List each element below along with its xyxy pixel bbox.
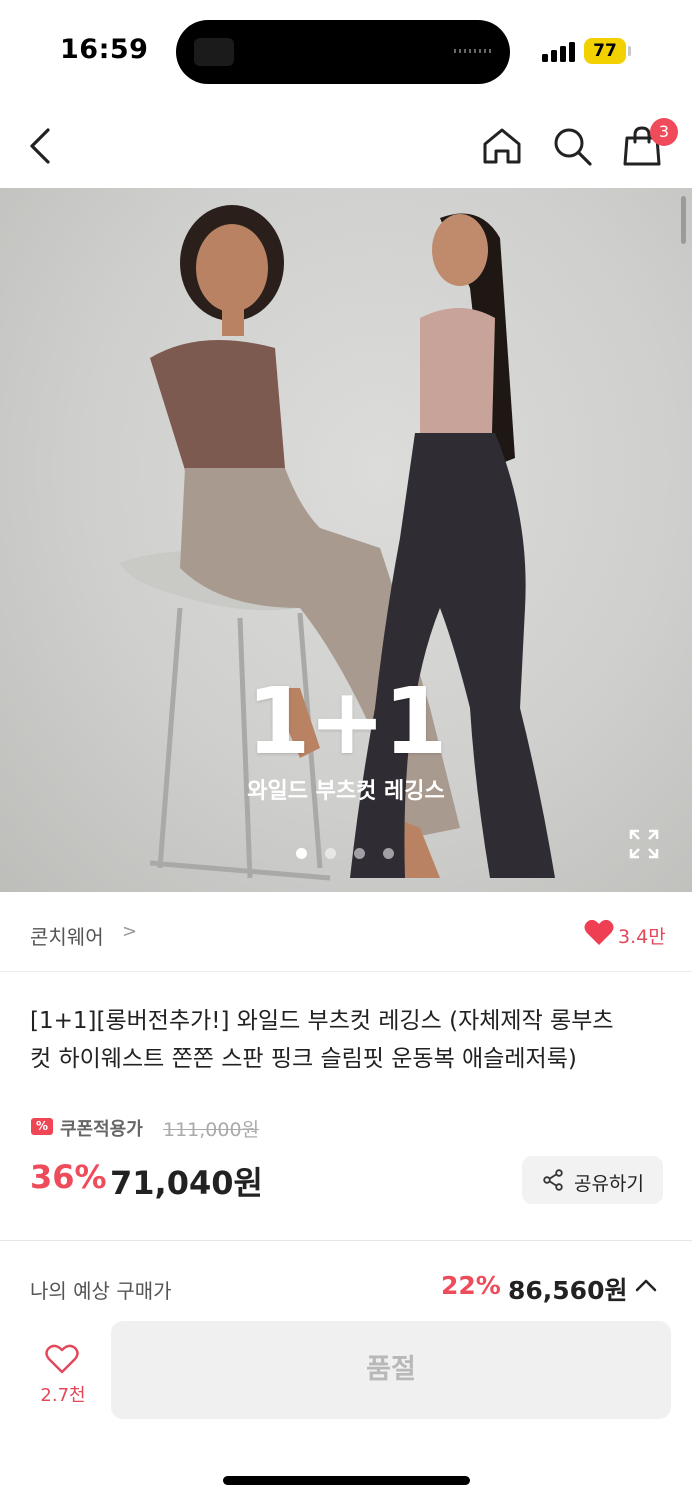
battery-tip [628,46,631,56]
estimated-discount: 22% [441,1271,501,1300]
fullscreen-expand-icon[interactable] [628,828,660,860]
brand-like-count: 3.4만 [618,926,666,948]
share-label: 공유하기 [574,1173,644,1195]
product-image-carousel[interactable]: 1+1 와일드 부츠컷 레깅스 [0,188,692,892]
estimated-price: 86,560원 [508,1276,628,1305]
wishlist-button[interactable]: 2.7천 [30,1339,96,1409]
purchase-panel: 나의 예상 구매가 22% 86,560원 2.7천 품절 [0,1240,692,1500]
back-chevron-icon[interactable] [20,124,64,168]
sale-price: 71,040원 [110,1164,263,1202]
page-scrollbar[interactable] [681,196,686,244]
status-bar: 16:59 77 [0,0,692,100]
waveform-icon [454,49,492,53]
cellular-signal-icon [542,40,576,62]
search-icon[interactable] [550,124,594,168]
share-button[interactable]: 공유하기 [522,1156,663,1204]
brand-row: 콘치웨어 > 3.4만 [0,892,692,972]
live-activity-icon [194,38,234,66]
promo-headline: 1+1 [246,668,447,775]
carousel-dot[interactable] [354,848,365,859]
coupon-label: 쿠폰적용가 [60,1119,143,1140]
sold-out-button[interactable]: 품절 [111,1321,671,1419]
top-nav [0,100,692,188]
discount-rate: 36% [30,1158,107,1196]
brand-link[interactable]: 콘치웨어 [30,921,104,950]
heart-outline-icon [45,1344,79,1374]
carousel-dot[interactable] [296,848,307,859]
wishlist-count: 2.7천 [40,1385,86,1406]
original-price: 111,000원 [163,1119,260,1141]
carousel-indicator[interactable] [296,848,396,860]
battery-icon: 77 [584,38,626,64]
heart-filled-icon[interactable] [584,918,614,946]
brand-chevron-icon[interactable]: > [122,921,137,942]
status-time: 16:59 [60,34,149,65]
estimated-price-label: 나의 예상 구매가 [30,1279,172,1303]
home-indicator[interactable] [223,1476,470,1485]
carousel-dot[interactable] [325,848,336,859]
chevron-up-icon[interactable] [634,1273,658,1297]
product-title: [1+1][롱버전추가!] 와일드 부츠컷 레깅스 (자체제작 롱부츠컷 하이웨… [30,1008,614,1072]
dynamic-island [176,20,510,84]
promo-subtitle: 와일드 부츠컷 레깅스 [247,779,445,804]
home-icon[interactable] [480,124,524,168]
coupon-icon: % [31,1118,53,1135]
cart-count-badge: 3 [650,118,678,146]
share-icon [543,1169,563,1191]
carousel-dot[interactable] [383,848,394,859]
